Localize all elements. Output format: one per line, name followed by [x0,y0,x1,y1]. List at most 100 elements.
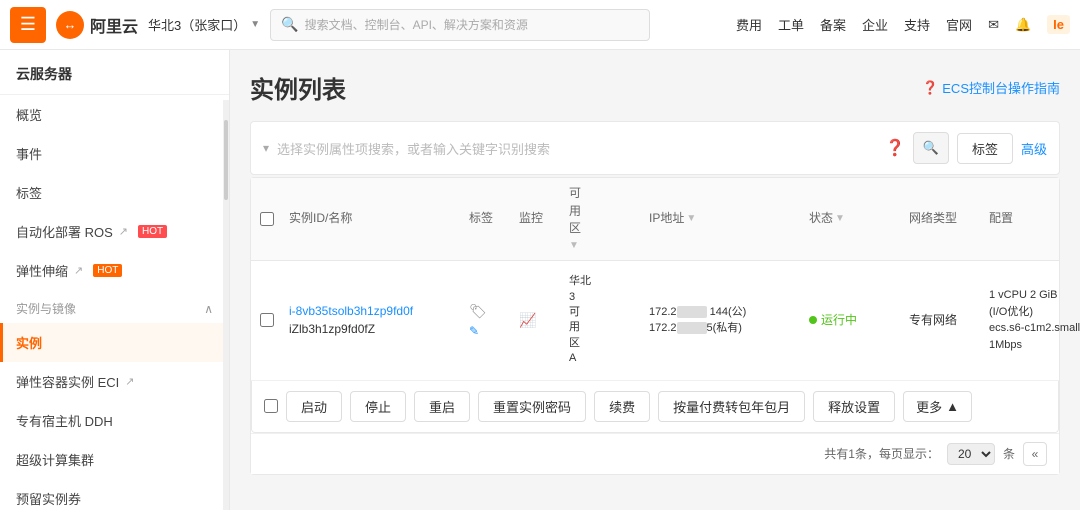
advanced-filter[interactable]: 高级 [1021,139,1047,158]
ip-blurred2 [677,322,707,334]
config-line2: (I/O优化) [989,304,1080,321]
help-icon: ❓ [922,80,938,96]
release-settings-button[interactable]: 释放设置 [813,391,895,422]
reset-password-button[interactable]: 重置实例密码 [478,391,586,422]
sidebar-section-instances[interactable]: 实例与镜像 ∧ [0,290,229,323]
td-config: 1 vCPU 2 GiB (I/O优化) ecs.s6-c1m2.small 1… [983,287,1080,353]
user-label[interactable]: Ie [1047,15,1070,34]
select-all-checkbox[interactable] [260,212,274,226]
td-ip: 172.2 144(公) 172.25(私有) [643,304,803,337]
td-network: 专有网络 [903,311,983,329]
action-select-checkbox[interactable] [264,399,278,413]
sidebar-item-label: 实例 [16,333,42,352]
th-network: 网络类型 [903,211,983,227]
nav-link-expense[interactable]: 费用 [736,15,762,34]
per-page-unit: 条 [1003,445,1015,462]
action-bar: 启动 停止 重启 重置实例密码 续费 按量付费转包年包月 释放设置 更多 ▲ [251,381,1059,433]
content-area: 实例列表 ❓ ECS控制台操作指南 ▾ 选择实例属性项搜索，或者输入关键字识别搜… [230,50,1080,510]
th-label: 网络类型 [909,211,957,227]
instance-id-link[interactable]: i-8vb35tsolb3h1zp9fd0f [289,304,413,318]
network-type: 专有网络 [909,313,957,327]
th-label3: 区 [569,221,581,237]
tag-edit-icon[interactable]: ✎ [469,324,479,338]
ip-public-label: 144(公) [710,306,747,318]
top-navigation: ☰ ↔ 阿里云 华北3（张家口） ▼ 🔍 搜索文档、控制台、API、解决方案和资… [0,0,1080,50]
th-label2: 用 [569,204,581,220]
hot-badge: HOT [138,225,167,238]
region-selector[interactable]: 华北3（张家口） ▼ [148,15,260,34]
filter-help-icon[interactable]: ❓ [885,138,905,158]
nav-link-enterprise[interactable]: 企业 [862,15,888,34]
status-dot [809,316,817,324]
logo[interactable]: ↔ 阿里云 [56,11,138,39]
hot-badge-orange: HOT [93,264,122,277]
page-size-select[interactable]: 20 [947,443,995,465]
nav-link-icp[interactable]: 备案 [820,15,846,34]
sidebar-item-tags[interactable]: 标签 [0,173,229,212]
renew-button[interactable]: 续费 [594,391,650,422]
help-link[interactable]: ❓ ECS控制台操作指南 [922,78,1060,97]
sidebar-item-events[interactable]: 事件 [0,134,229,173]
td-status: 运行中 [803,311,903,329]
th-label: 实例ID/名称 [289,211,352,227]
search-icon: 🔍 [281,16,298,33]
sidebar-item-label: 标签 [16,183,42,202]
monitor-icon[interactable]: 📈 [519,312,536,328]
sidebar-item-eci[interactable]: 弹性容器实例 ECI ↗ [0,362,229,401]
region-text: 华北3（张家口） [148,15,246,34]
global-search[interactable]: 🔍 搜索文档、控制台、API、解决方案和资源 [270,9,650,41]
region-chevron: ▼ [250,19,260,30]
row-checkbox[interactable] [260,313,274,327]
start-button[interactable]: 启动 [286,391,342,422]
status-text: 运行中 [821,311,857,329]
zone-text2: 3 [569,290,637,305]
scroll-thumb[interactable] [224,120,228,200]
th-status: 状态 ▼ [803,211,903,227]
bell-icon[interactable]: 🔔 [1015,17,1031,33]
collapse-icon: ∧ [204,302,213,316]
sidebar-item-scaling[interactable]: 弹性伸缩 ↗ HOT [0,251,229,290]
tag-button[interactable]: 标签 [957,133,1013,164]
prev-page-button[interactable]: « [1023,442,1047,466]
table-header: 实例ID/名称 标签 监控 可 用 区 ▼ IP地址 ▼ [251,178,1059,261]
td-zone: 华北 3 可 用 区 A [563,274,643,366]
sidebar-item-overview[interactable]: 概览 [0,95,229,134]
nav-link-support[interactable]: 支持 [904,15,930,34]
sort-icon[interactable]: ▼ [569,239,579,252]
sidebar-item-reserved[interactable]: 预留实例券 [0,479,229,510]
zone-text: 华北 [569,274,637,289]
mail-icon[interactable]: ✉ [988,17,999,33]
filter-arrow-icon: ▾ [263,141,269,155]
instance-name: iZlb3h1zp9fd0fZ [289,322,375,336]
stop-button[interactable]: 停止 [350,391,406,422]
filter-search-button[interactable]: 🔍 [913,132,949,164]
sidebar-item-label: 弹性伸缩 [16,261,68,280]
zone-text5: 区 [569,336,637,351]
sidebar-item-instances[interactable]: 实例 [0,323,229,362]
zone-text4: 用 [569,320,637,335]
sidebar-item-ros[interactable]: 自动化部署 ROS ↗ HOT [0,212,229,251]
sidebar-item-ddh[interactable]: 专有宿主机 DDH [0,401,229,440]
th-instance-id: 实例ID/名称 [283,211,463,227]
sidebar-title: 云服务器 [0,50,229,95]
convert-billing-button[interactable]: 按量付费转包年包月 [658,391,805,422]
hamburger-icon: ☰ [20,14,36,35]
filter-input[interactable]: 选择实例属性项搜索，或者输入关键字识别搜索 [277,134,877,162]
hamburger-menu[interactable]: ☰ [10,7,46,43]
sidebar-item-hpc[interactable]: 超级计算集群 [0,440,229,479]
th-label: 监控 [519,211,543,227]
more-actions-button[interactable]: 更多 ▲ [903,391,972,422]
search-placeholder: 搜索文档、控制台、API、解决方案和资源 [305,16,528,33]
sort-icon[interactable]: ▼ [835,212,845,225]
zone-text6: A [569,351,637,366]
restart-button[interactable]: 重启 [414,391,470,422]
sidebar-item-label: 弹性容器实例 ECI [16,372,119,391]
tag-icon[interactable]: 🏷 [469,303,487,319]
scroll-track [223,100,229,510]
ip-blurred [677,306,707,318]
nav-link-ticket[interactable]: 工单 [778,15,804,34]
nav-link-official[interactable]: 官网 [946,15,972,34]
sidebar-item-label: 超级计算集群 [16,450,94,469]
th-label: 标签 [469,211,493,227]
sort-icon[interactable]: ▼ [686,212,696,225]
